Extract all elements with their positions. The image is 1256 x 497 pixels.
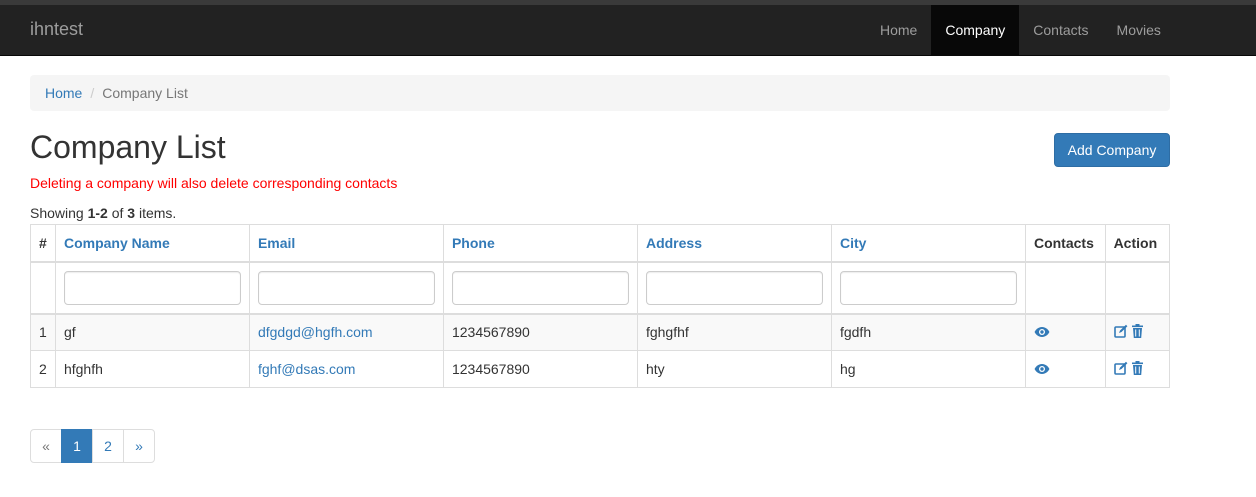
email-filter-input[interactable] — [257, 270, 435, 305]
email-link[interactable]: fghf@dsas.com — [258, 361, 355, 377]
table-row: 1 gf dfgdgd@hgfh.com 1234567890 fghgfhf … — [30, 312, 1171, 351]
company-name-cell: gf — [54, 312, 250, 351]
nav-item-movies[interactable]: Movies — [1103, 5, 1175, 55]
items-summary: Showing 1-2 of 3 items. — [30, 205, 176, 221]
row-num: 2 — [30, 350, 56, 388]
action-cell — [1104, 312, 1171, 351]
summary-middle: of — [107, 205, 128, 221]
filter-cell-empty — [1104, 261, 1171, 314]
sort-company-name-link[interactable]: Company Name — [64, 235, 170, 251]
main-nav: Home Company Contacts Movies — [866, 5, 1175, 55]
address-cell: fghgfhf — [636, 312, 832, 351]
summary-suffix: items. — [135, 205, 177, 221]
row-num: 1 — [30, 312, 56, 351]
page-title: Company List — [30, 129, 226, 165]
filter-cell — [248, 261, 444, 314]
address-cell: hty — [636, 350, 832, 388]
table-row: 2 hfghfh fghf@dsas.com 1234567890 hty hg — [30, 350, 1171, 388]
email-link[interactable]: dfgdgd@hgfh.com — [258, 324, 373, 340]
nav-item-home[interactable]: Home — [866, 5, 931, 55]
header-city: City — [830, 224, 1026, 263]
summary-prefix: Showing — [30, 205, 88, 221]
phone-cell: 1234567890 — [442, 312, 638, 351]
brand-logo[interactable]: ihntest — [30, 19, 83, 40]
filter-cell-empty — [1024, 261, 1106, 314]
pagination-next[interactable]: » — [123, 429, 155, 463]
company-table: # Company Name Email Phone Address City … — [30, 224, 1171, 388]
sort-address-link[interactable]: Address — [646, 235, 702, 251]
header-address: Address — [636, 224, 832, 263]
header-num: # — [30, 224, 56, 263]
sort-phone-link[interactable]: Phone — [452, 235, 495, 251]
contacts-cell — [1024, 350, 1106, 388]
phone-cell: 1234567890 — [442, 350, 638, 388]
pagination-page-2[interactable]: 2 — [92, 429, 124, 463]
header-contacts: Contacts — [1024, 224, 1106, 263]
breadcrumb: Home / Company List — [30, 75, 1170, 111]
phone-filter-input[interactable] — [451, 270, 629, 305]
sort-email-link[interactable]: Email — [258, 235, 295, 251]
city-filter-input[interactable] — [839, 270, 1017, 305]
trash-icon[interactable] — [1131, 324, 1144, 341]
header-company-name: Company Name — [54, 224, 250, 263]
city-cell: hg — [830, 350, 1026, 388]
email-cell: dfgdgd@hgfh.com — [248, 312, 444, 351]
header-action: Action — [1104, 224, 1171, 263]
add-company-button[interactable]: Add Company — [1054, 133, 1170, 167]
nav-item-contacts[interactable]: Contacts — [1019, 5, 1102, 55]
edit-icon[interactable] — [1113, 324, 1128, 341]
header-email: Email — [248, 224, 444, 263]
action-cell — [1104, 350, 1171, 388]
delete-warning-text: Deleting a company will also delete corr… — [30, 175, 398, 191]
company-name-cell: hfghfh — [54, 350, 250, 388]
city-cell: fgdfh — [830, 312, 1026, 351]
summary-total: 3 — [127, 205, 136, 221]
top-navbar: ihntest Home Company Contacts Movies — [0, 0, 1256, 56]
breadcrumb-current: Company List — [102, 85, 188, 101]
filter-row — [30, 261, 1171, 314]
filter-cell — [54, 261, 250, 314]
pagination-page-1[interactable]: 1 — [61, 429, 93, 463]
trash-icon[interactable] — [1131, 360, 1144, 378]
filter-cell-empty — [30, 261, 56, 314]
contacts-cell — [1024, 312, 1106, 351]
breadcrumb-home-link[interactable]: Home — [45, 85, 82, 101]
company-name-filter-input[interactable] — [63, 270, 241, 305]
sort-city-link[interactable]: City — [840, 235, 866, 251]
eye-icon[interactable] — [1034, 362, 1050, 378]
email-cell: fghf@dsas.com — [248, 350, 444, 388]
address-filter-input[interactable] — [645, 270, 823, 305]
filter-cell — [442, 261, 638, 314]
header-phone: Phone — [442, 224, 638, 263]
filter-cell — [830, 261, 1026, 314]
table-header-row: # Company Name Email Phone Address City … — [30, 224, 1171, 263]
pagination: « 1 2 » — [30, 429, 155, 463]
pagination-prev[interactable]: « — [30, 429, 62, 463]
nav-item-company[interactable]: Company — [931, 5, 1020, 55]
breadcrumb-separator: / — [90, 85, 95, 101]
filter-cell — [636, 261, 832, 314]
edit-icon[interactable] — [1113, 361, 1128, 378]
eye-icon[interactable] — [1034, 325, 1050, 341]
summary-range: 1-2 — [87, 205, 108, 221]
